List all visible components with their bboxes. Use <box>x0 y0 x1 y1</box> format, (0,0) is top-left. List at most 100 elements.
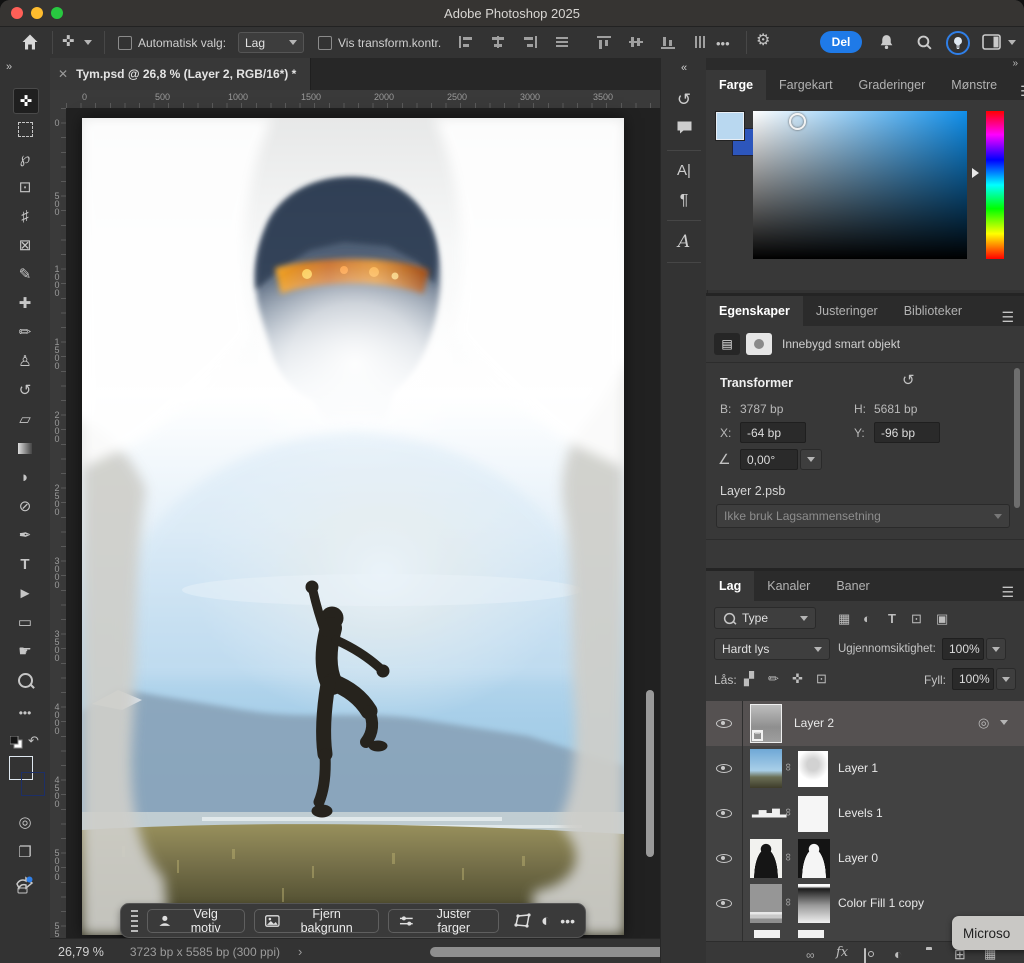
distribute-horizontal-icon[interactable] <box>554 35 570 49</box>
move-tool[interactable]: ✜ <box>13 88 39 114</box>
canvas-vertical-scrollbar[interactable] <box>646 690 654 857</box>
filter-pixel-layers-icon[interactable]: ▦ <box>838 611 850 627</box>
system-notification-tooltip[interactable]: Microso <box>952 916 1024 950</box>
layer-mask-thumbnail[interactable] <box>798 751 828 787</box>
layer-name[interactable]: Levels 1 <box>838 806 883 820</box>
fill-dropdown[interactable] <box>996 668 1016 690</box>
visibility-eye-icon[interactable] <box>716 719 732 728</box>
layer-thumbnail[interactable] <box>750 749 782 788</box>
filter-adjustment-layers-icon[interactable]: ◐ <box>863 611 871 626</box>
lock-artboard-icon[interactable]: ⊡ <box>816 671 827 687</box>
levels-histogram-icon[interactable]: ▂▅▃▆▂ <box>752 807 785 818</box>
fill-value[interactable]: 100% <box>952 668 994 690</box>
mask-link-icon[interactable]: ∞ <box>782 763 794 771</box>
tab-graderinger[interactable]: Graderinger <box>846 70 939 100</box>
saturation-brightness-field[interactable] <box>753 111 967 259</box>
smart-object-badge-icon[interactable]: ▤ <box>714 333 740 355</box>
tab-biblioteker[interactable]: Biblioteker <box>891 296 975 326</box>
eraser-tool[interactable]: ▱ <box>13 407 37 431</box>
mask-link-icon[interactable]: ∞ <box>782 853 794 861</box>
new-adjustment-layer-icon[interactable]: ◐ <box>894 946 902 962</box>
visibility-eye-icon[interactable] <box>716 899 732 908</box>
vertical-ruler[interactable]: 0500100015002000250030003500400045005000… <box>50 108 67 963</box>
fill-layer-thumbnail[interactable] <box>750 884 782 923</box>
zoom-level[interactable]: 26,79 % <box>58 945 104 959</box>
opacity-value[interactable]: 100% <box>942 638 984 660</box>
panel-menu-icon[interactable]: ☰ <box>991 584 1024 601</box>
layer-expand-chevron-icon[interactable] <box>1000 720 1008 725</box>
notifications-bell-icon[interactable] <box>878 33 895 51</box>
status-chevron-icon[interactable]: › <box>298 944 302 959</box>
add-mask-icon[interactable] <box>864 948 866 963</box>
layer-row-levels1[interactable]: ▂▅▃▆▂ ∞ Levels 1 <box>706 791 1024 837</box>
transform-icon[interactable] <box>514 913 532 929</box>
mask-badge-icon[interactable] <box>746 333 772 355</box>
layer-mask-thumbnail[interactable] <box>798 839 830 878</box>
select-subject-button[interactable]: Velg motiv <box>147 909 245 933</box>
swap-colors-icon[interactable]: ↶ <box>28 734 39 747</box>
blur-tool[interactable]: ◗ <box>13 465 37 489</box>
move-tool-icon[interactable]: ✜ <box>62 34 75 49</box>
mask-link-icon[interactable]: ∞ <box>782 808 794 816</box>
lasso-tool[interactable]: ℘ <box>13 146 37 170</box>
hue-slider-arrow[interactable] <box>972 168 979 178</box>
filter-type-layers-icon[interactable]: T <box>888 611 896 626</box>
align-right-icon[interactable] <box>522 35 538 49</box>
tab-farge[interactable]: Farge <box>706 70 766 100</box>
angle-input[interactable]: 0,00° <box>740 449 798 470</box>
document-tab[interactable]: ✕ Tym.psd @ 26,8 % (Layer 2, RGB/16*) * <box>50 58 311 90</box>
tab-kanaler[interactable]: Kanaler <box>754 571 823 601</box>
color-picker-ring[interactable] <box>789 113 806 130</box>
layer-comp-dropdown[interactable]: Ikke bruk Lagsammensetning <box>716 504 1010 528</box>
gradient-mask-thumbnail[interactable] <box>798 884 830 923</box>
auto-select-checkbox[interactable] <box>118 36 132 50</box>
layer-row-layer0[interactable]: ∞ Layer 0 <box>706 836 1024 882</box>
hand-tool[interactable]: ☛ <box>13 639 37 663</box>
background-color-swatch[interactable] <box>21 772 45 796</box>
smart-filter-icon[interactable]: ◎ <box>978 715 989 731</box>
default-colors-icon[interactable] <box>10 736 23 749</box>
layer-name[interactable]: Color Fill 1 copy <box>838 896 924 910</box>
adjustment-icon[interactable]: ◐ <box>541 911 551 931</box>
panel-menu-icon[interactable]: ☰ <box>991 309 1024 326</box>
reset-transform-icon[interactable]: ↺ <box>902 373 915 388</box>
x-input[interactable]: -64 bp <box>740 422 806 443</box>
hue-slider[interactable] <box>986 111 1004 259</box>
horizontal-ruler[interactable]: 0500100015002000250030003500 <box>66 90 660 109</box>
shape-tool[interactable]: ▭ <box>13 610 37 634</box>
expand-dock-icon[interactable]: « <box>661 62 707 74</box>
tab-baner[interactable]: Baner <box>823 571 882 601</box>
crop-tool[interactable]: ♯ <box>13 204 37 228</box>
search-icon[interactable] <box>916 34 933 51</box>
opacity-dropdown[interactable] <box>986 638 1006 660</box>
gradient-tool[interactable] <box>13 436 37 460</box>
type-tool[interactable]: T <box>13 552 37 576</box>
collapse-tools-icon[interactable]: » <box>6 62 12 73</box>
marquee-tool[interactable] <box>13 117 37 141</box>
brush-tool[interactable]: ✏ <box>13 320 37 344</box>
lock-pixels-icon[interactable]: ✏ <box>768 671 779 687</box>
character-panel-icon[interactable]: A| <box>661 162 707 179</box>
layer-name[interactable]: Layer 2 <box>794 716 834 730</box>
frame-tool[interactable]: ⊠ <box>13 233 37 257</box>
tab-justeringer[interactable]: Justeringer <box>803 296 891 326</box>
mask-link-icon[interactable]: ∞ <box>782 898 794 906</box>
canvas-artwork[interactable] <box>82 118 624 935</box>
eyedropper-tool[interactable]: ✎ <box>13 262 37 286</box>
discover-lightbulb-icon[interactable] <box>946 31 970 55</box>
align-middle-vertical-icon[interactable] <box>628 35 644 49</box>
workspace-chevron-icon[interactable] <box>1008 40 1016 45</box>
dodge-tool[interactable]: ⊘ <box>13 494 37 518</box>
panel-menu-icon[interactable]: ☰ <box>1010 83 1024 100</box>
screen-mode-icon[interactable]: ❐ <box>13 840 37 864</box>
link-layers-icon[interactable]: ∞ <box>806 948 815 962</box>
angle-dropdown[interactable] <box>800 449 822 470</box>
auto-select-dropdown[interactable]: Lag <box>238 32 304 53</box>
foreground-color-swatch-panel[interactable] <box>716 112 744 140</box>
distribute-vertical-icon[interactable] <box>692 35 708 49</box>
quick-mask-icon[interactable]: ◎ <box>13 810 37 834</box>
tab-monstre[interactable]: Mønstre <box>938 70 1010 100</box>
show-transform-checkbox[interactable] <box>318 36 332 50</box>
visibility-eye-icon[interactable] <box>716 854 732 863</box>
object-selection-tool[interactable]: ⊡ <box>13 175 37 199</box>
